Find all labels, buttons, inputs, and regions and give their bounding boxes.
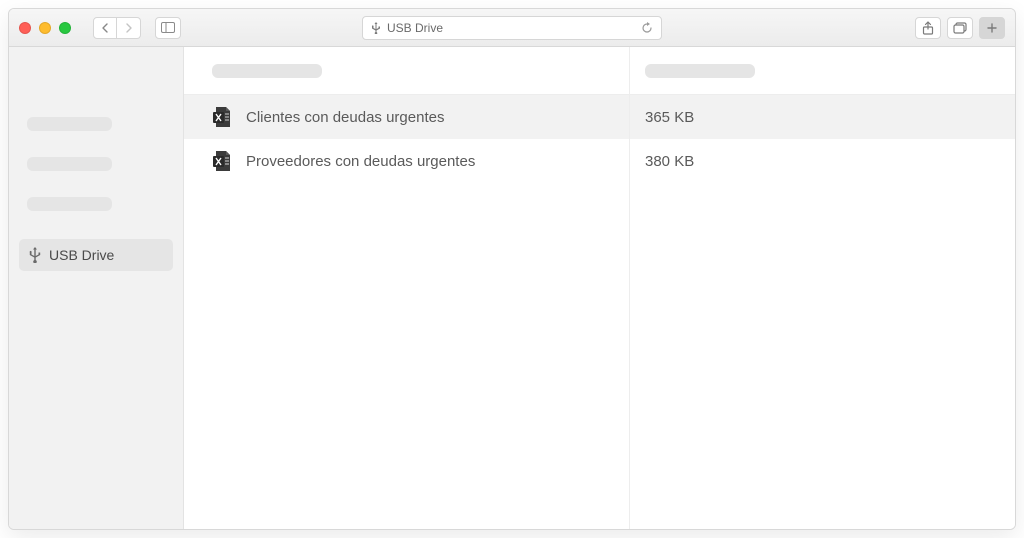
file-name-label: Proveedores con deudas urgentes [246,153,475,170]
back-button[interactable] [93,17,117,39]
header-placeholder [212,64,322,78]
address-bar-label: USB Drive [387,21,443,35]
sidebar-item-usb-drive[interactable]: USB Drive [19,239,173,271]
file-rows: Clientes con deudas urgentes 365 KB [184,95,1015,529]
sidebar-item-label: USB Drive [49,247,114,263]
header-placeholder [645,64,755,78]
excel-file-icon [212,150,232,172]
usb-icon [29,247,41,263]
finder-window: USB Drive [8,8,1016,530]
maximize-window-button[interactable] [59,22,71,34]
sidebar-placeholder [27,197,112,211]
new-tab-button[interactable] [979,17,1005,39]
sidebar-placeholder [27,157,112,171]
file-list-pane: Clientes con deudas urgentes 365 KB [184,47,1015,529]
column-divider[interactable] [629,95,630,529]
cell-size: 380 KB [629,153,1015,170]
column-divider[interactable] [629,47,630,94]
column-header-name[interactable] [184,64,629,78]
close-window-button[interactable] [19,22,31,34]
tabs-button[interactable] [947,17,973,39]
cell-name: Proveedores con deudas urgentes [184,150,629,172]
minimize-window-button[interactable] [39,22,51,34]
cell-name: Clientes con deudas urgentes [184,106,629,128]
excel-file-icon [212,106,232,128]
forward-button[interactable] [117,17,141,39]
traffic-lights [19,22,71,34]
share-button[interactable] [915,17,941,39]
table-row[interactable]: Proveedores con deudas urgentes 380 KB [184,139,1015,183]
address-bar[interactable]: USB Drive [362,16,662,40]
titlebar-right-group [915,17,1005,39]
nav-buttons-group [93,17,141,39]
table-row[interactable]: Clientes con deudas urgentes 365 KB [184,95,1015,139]
refresh-button[interactable] [641,22,653,34]
titlebar: USB Drive [9,9,1015,47]
usb-icon [371,22,381,34]
content-area: USB Drive [9,47,1015,529]
sidebar-toggle-button[interactable] [155,17,181,39]
file-name-label: Clientes con deudas urgentes [246,109,444,126]
file-size-label: 380 KB [645,153,694,170]
sidebar-placeholder [27,117,112,131]
column-headers [184,47,1015,95]
sidebar: USB Drive [9,47,184,529]
column-header-size[interactable] [629,64,1015,78]
file-size-label: 365 KB [645,109,694,126]
cell-size: 365 KB [629,109,1015,126]
